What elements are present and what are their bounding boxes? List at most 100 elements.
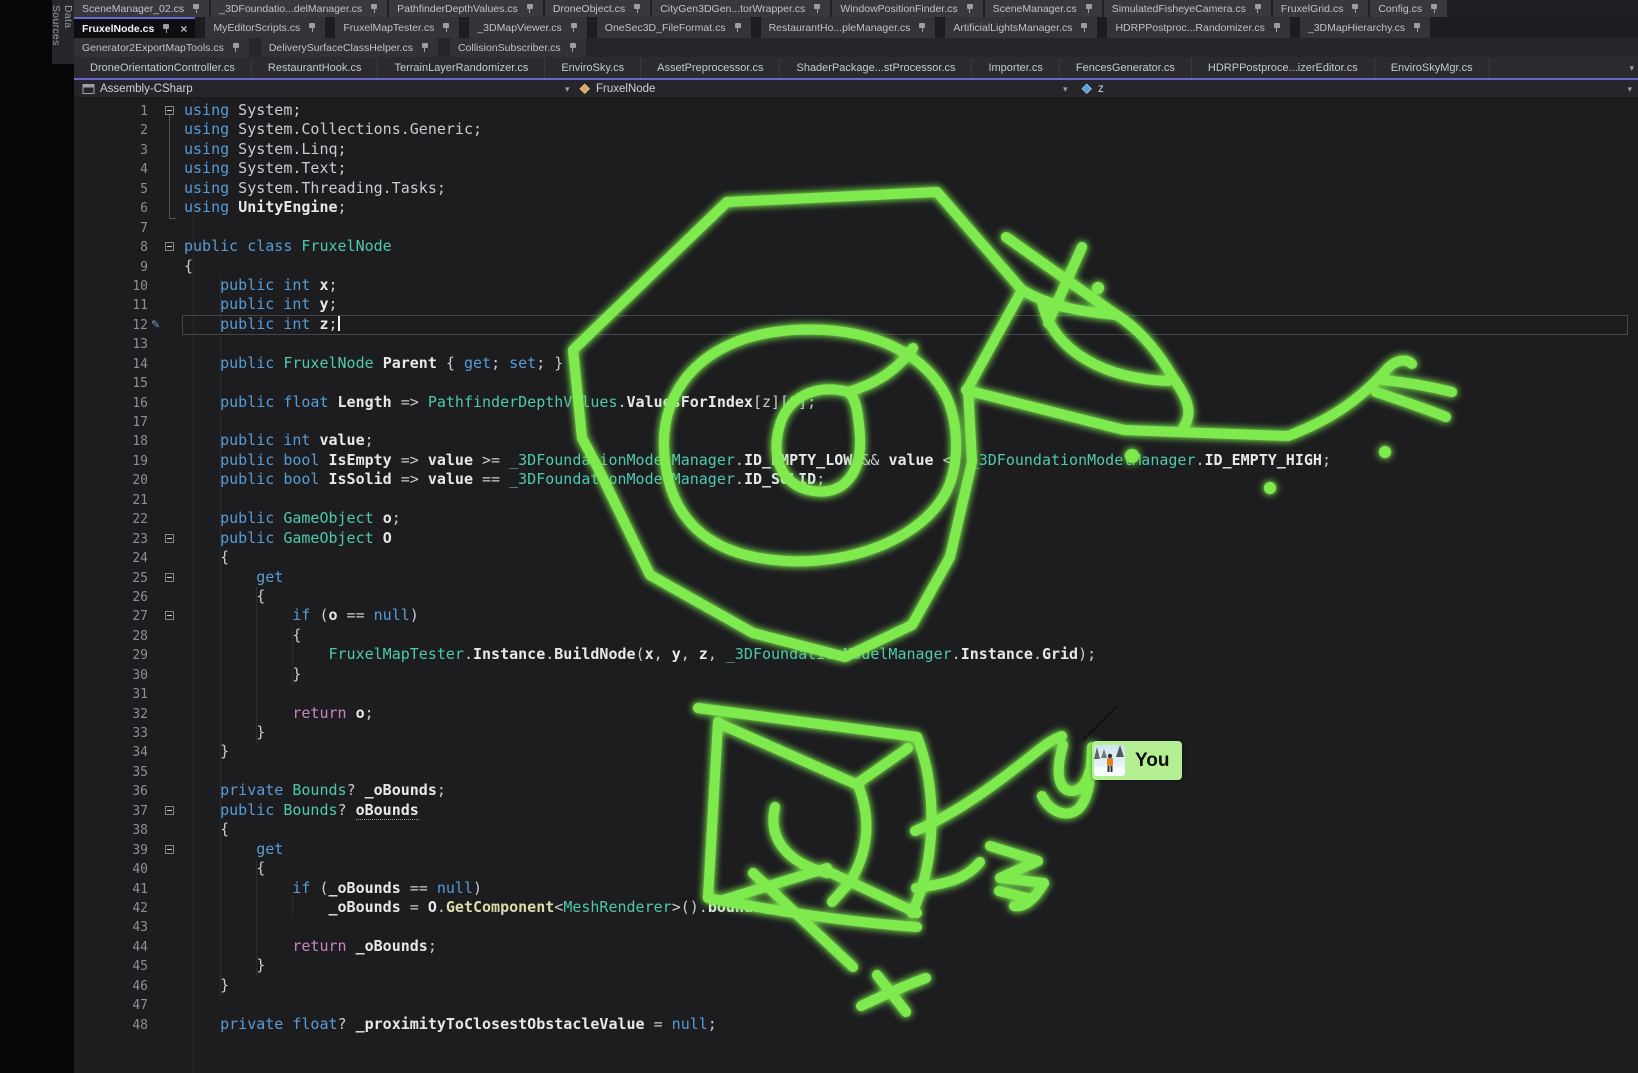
code-line[interactable]: 6using UnityEngine; [74, 198, 1638, 217]
code-line[interactable]: 28 { [74, 626, 1638, 645]
code-line[interactable]: 44 return _oBounds; [74, 937, 1638, 956]
tab[interactable]: ShaderPackage...stProcessor.cs [780, 57, 972, 78]
fold-collapse-icon[interactable] [165, 242, 174, 251]
tab[interactable]: PathfinderDepthValues.cs [389, 0, 543, 17]
code-line[interactable]: 19 public bool IsEmpty => value >= _3DFo… [74, 451, 1638, 470]
pushpin-icon[interactable] [1084, 3, 1094, 15]
code-line[interactable]: 27 if (o == null) [74, 606, 1638, 625]
code-line[interactable]: 14 public FruxelNode Parent { get; set; … [74, 354, 1638, 373]
code-line[interactable]: 34 } [74, 742, 1638, 761]
breadcrumb-member[interactable]: z [1080, 80, 1104, 97]
chevron-down-icon[interactable]: ▾ [1063, 84, 1068, 95]
code-line[interactable]: 4using System.Text; [74, 159, 1638, 178]
code-line[interactable]: 45 } [74, 956, 1638, 975]
code-line[interactable]: 11 public int y; [74, 295, 1638, 314]
code-line[interactable]: 12✎ public int z; [74, 315, 1638, 334]
tab[interactable]: _3DMapHierarchy.cs [1300, 17, 1430, 38]
code-line[interactable]: 37 public Bounds? oBounds [74, 801, 1638, 820]
pushpin-icon[interactable] [917, 22, 927, 34]
code-line[interactable]: 46 } [74, 976, 1638, 995]
tab[interactable]: DroneOrientationController.cs [74, 57, 252, 78]
code-line[interactable]: 16 public float Length => PathfinderDept… [74, 393, 1638, 412]
code-line[interactable]: 17 [74, 412, 1638, 431]
tab[interactable]: HDRPPostproce...izerEditor.cs [1192, 57, 1375, 78]
pushpin-icon[interactable] [420, 42, 430, 54]
code-line[interactable]: 26 { [74, 587, 1638, 606]
tab[interactable]: FruxelMapTester.cs [335, 17, 459, 38]
pushpin-icon[interactable] [632, 3, 642, 15]
fold-collapse-icon[interactable] [165, 534, 174, 543]
tab[interactable]: SceneManager.cs [985, 0, 1102, 17]
code-line[interactable]: 24 { [74, 548, 1638, 567]
code-line[interactable]: 29 FruxelMapTester.Instance.BuildNode(x,… [74, 645, 1638, 664]
code-line[interactable]: 48 private float? _proximityToClosestObs… [74, 1015, 1638, 1034]
fold-collapse-icon[interactable] [165, 806, 174, 815]
fold-collapse-icon[interactable] [165, 106, 174, 115]
pushpin-icon[interactable] [569, 22, 579, 34]
tab[interactable]: SimulatedFisheyeCamera.cs [1104, 0, 1271, 17]
tab[interactable]: RestaurantHook.cs [252, 57, 379, 78]
tab[interactable]: RestaurantHo...pleManager.cs [761, 17, 936, 38]
fold-collapse-icon[interactable] [165, 611, 174, 620]
chevron-down-icon[interactable]: ▾ [1627, 84, 1632, 95]
code-line[interactable]: 32 return o; [74, 704, 1638, 723]
tab[interactable]: TerrainLayerRandomizer.cs [378, 57, 545, 78]
pushpin-icon[interactable] [1253, 3, 1263, 15]
pushpin-icon[interactable] [191, 3, 201, 15]
code-line[interactable]: 9{ [74, 257, 1638, 276]
code-line[interactable]: 7 [74, 218, 1638, 237]
tab[interactable]: SceneManager_02.cs [74, 0, 209, 17]
code-line[interactable]: 15 [74, 373, 1638, 392]
tab[interactable]: Importer.cs [972, 57, 1059, 78]
pushpin-icon[interactable] [812, 3, 822, 15]
code-line[interactable]: 8public class FruxelNode [74, 237, 1638, 256]
pushpin-icon[interactable] [307, 22, 317, 34]
pushpin-icon[interactable] [1350, 3, 1360, 15]
tab[interactable]: OneSec3D_FileFormat.cs [597, 17, 751, 38]
code-line[interactable]: 35 [74, 762, 1638, 781]
tab[interactable]: FencesGenerator.cs [1060, 57, 1192, 78]
close-icon[interactable]: × [180, 23, 187, 35]
code-line[interactable]: 38 { [74, 820, 1638, 839]
tab[interactable]: Generator2ExportMapTools.cs [74, 38, 249, 57]
pushpin-icon[interactable] [568, 42, 578, 54]
code-line[interactable]: 42 _oBounds = O.GetComponent<MeshRendere… [74, 898, 1638, 917]
code-line[interactable]: 23 public GameObject O [74, 529, 1638, 548]
tab[interactable]: EnviroSky.cs [545, 57, 641, 78]
pushpin-icon[interactable] [1079, 22, 1089, 34]
code-line[interactable]: 43 [74, 917, 1638, 936]
tab[interactable]: Config.cs [1370, 0, 1447, 17]
tab-overflow-chevron-down-icon[interactable]: ▾ [1629, 63, 1634, 74]
code-line[interactable]: 39 get [74, 840, 1638, 859]
tab[interactable]: HDRPPostproc...Randomizer.cs [1107, 17, 1289, 38]
pushpin-icon[interactable] [965, 3, 975, 15]
tab[interactable]: EnviroSkyMgr.cs [1375, 57, 1490, 78]
code-line[interactable]: 21 [74, 490, 1638, 509]
code-line[interactable]: 47 [74, 995, 1638, 1014]
tab[interactable]: _3DMapViewer.cs [469, 17, 586, 38]
tab[interactable]: MyEditorScripts.cs [205, 17, 325, 38]
code-line[interactable]: 36 private Bounds? _oBounds; [74, 781, 1638, 800]
fold-collapse-icon[interactable] [165, 845, 174, 854]
breadcrumb-type[interactable]: FruxelNode [578, 80, 655, 97]
tab[interactable]: DroneObject.cs [545, 0, 650, 17]
tab[interactable]: FruxelGrid.cs [1273, 0, 1368, 17]
breadcrumb-project[interactable]: Assembly-CSharp [82, 80, 193, 97]
code-line[interactable]: 41 if (_oBounds == null) [74, 879, 1638, 898]
code-line[interactable]: 3using System.Linq; [74, 140, 1638, 159]
fold-collapse-icon[interactable] [165, 573, 174, 582]
tab[interactable]: CityGen3DGen...torWrapper.cs [652, 0, 830, 17]
tab[interactable]: ArtificialLightsManager.cs [945, 17, 1097, 38]
code-line[interactable]: 10 public int x; [74, 276, 1638, 295]
code-line[interactable]: 33 } [74, 723, 1638, 742]
code-line[interactable]: 31 [74, 684, 1638, 703]
chevron-down-icon[interactable]: ▾ [565, 84, 570, 95]
tab[interactable]: AssetPreprocessor.cs [641, 57, 780, 78]
tab[interactable]: _3DFoundatio...delManager.cs [211, 0, 387, 17]
pushpin-icon[interactable] [441, 22, 451, 34]
code-line[interactable]: 5using System.Threading.Tasks; [74, 179, 1638, 198]
code-line[interactable]: 13 [74, 334, 1638, 353]
tab[interactable]: DeliverySurfaceClassHelper.cs [261, 38, 438, 57]
code-line[interactable]: 40 { [74, 859, 1638, 878]
code-line[interactable]: 22 public GameObject o; [74, 509, 1638, 528]
